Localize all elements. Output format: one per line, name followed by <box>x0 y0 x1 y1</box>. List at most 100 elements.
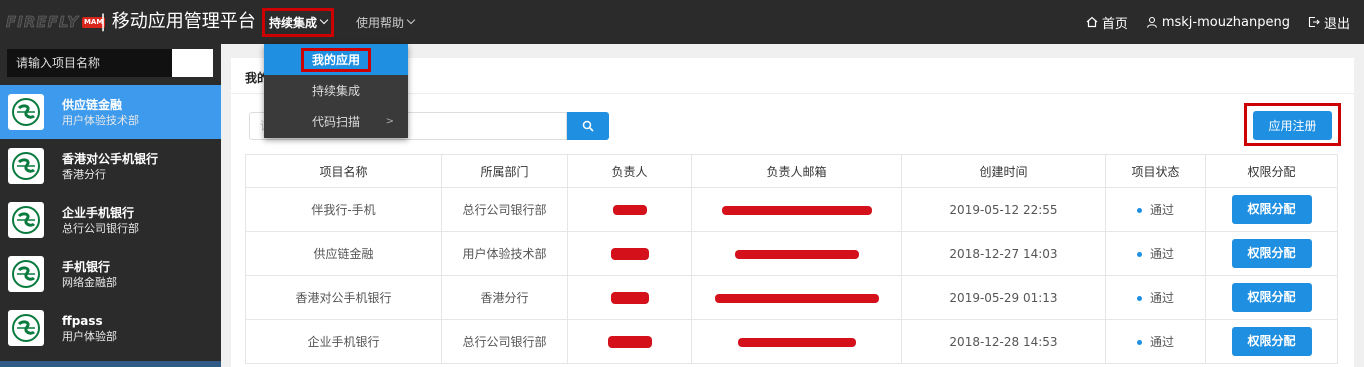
status-dot-icon <box>1136 252 1142 257</box>
menu-item-label: 持续集成 <box>311 84 360 98</box>
cell-owner-email <box>691 187 902 232</box>
table-header-row: 项目名称 所属部门 负责人 负责人邮箱 创建时间 项目状态 权限分配 <box>245 154 1338 188</box>
sidebar-item[interactable]: 企业手机银行 总行公司银行部 <box>0 193 221 247</box>
cell-status: 通过 <box>1105 319 1206 364</box>
redaction-mark <box>734 249 859 259</box>
cell-department: 用户体验技术部 <box>441 231 568 276</box>
redaction-mark <box>607 336 652 348</box>
permission-button[interactable]: 权限分配 <box>1231 239 1312 268</box>
sidebar-item-dept: 总行公司银行部 <box>62 221 139 235</box>
app-icon <box>8 256 44 292</box>
sidebar-item-name: 手机银行 <box>62 259 111 274</box>
register-app-button[interactable]: 应用注册 <box>1253 111 1332 140</box>
sidebar-item-dept: 用户体验部 <box>62 329 117 343</box>
sidebar-item[interactable]: ffpass 用户体验部 <box>0 301 221 355</box>
sidebar: 供应链金融用户体验技术部 香港对公手机银行香港分行 企业手机银行总行公司银行部 … <box>0 44 221 367</box>
cell-project-name: 供应链金融 <box>245 231 442 276</box>
cell-status: 通过 <box>1105 275 1206 320</box>
cell-created-time: 2018-12-28 14:53 <box>901 319 1106 364</box>
cell-action: 权限分配 <box>1205 275 1338 320</box>
permission-button[interactable]: 权限分配 <box>1231 283 1312 312</box>
logout-icon <box>1308 16 1320 28</box>
cell-owner-email <box>691 275 902 320</box>
sidebar-item[interactable]: 手机银行 网络金融部 <box>0 247 221 301</box>
sidebar-search-input[interactable] <box>7 49 172 77</box>
search-icon <box>582 120 594 132</box>
cell-department: 总行公司银行部 <box>441 187 568 232</box>
nav-label: 使用帮助 <box>356 15 405 30</box>
logout-link[interactable]: 退出 <box>1308 13 1350 32</box>
col-header: 项目状态 <box>1105 154 1206 188</box>
permission-button[interactable]: 权限分配 <box>1231 195 1312 224</box>
sidebar-search-button[interactable] <box>172 49 213 77</box>
sidebar-item[interactable]: 供应链金融 用户体验技术部 <box>0 85 221 139</box>
cell-action: 权限分配 <box>1205 187 1338 232</box>
top-right-menu: 首页 mskj-mouzhanpeng 退出 <box>1068 0 1350 44</box>
cell-owner <box>567 187 692 232</box>
table-row: 供应链金融 用户体验技术部 2018-12-27 14:03 通过 权限分配 <box>245 231 1338 276</box>
cell-project-name: 伴我行-手机 <box>245 187 442 232</box>
cell-status: 通过 <box>1105 231 1206 276</box>
cell-owner-email <box>691 319 902 364</box>
redaction-mark <box>612 205 647 215</box>
col-header: 所属部门 <box>441 154 568 188</box>
firefly-logo[interactable]: FIREFLY MAM <box>6 12 106 32</box>
nav-label: 持续集成 <box>269 15 318 30</box>
app-icon <box>8 94 44 130</box>
status-text: 通过 <box>1149 247 1174 261</box>
cell-created-time: 2019-05-29 01:13 <box>901 275 1106 320</box>
logo-text: FIREFLY <box>6 13 79 32</box>
sidebar-search <box>7 49 213 77</box>
sidebar-app-list: 供应链金融 用户体验技术部 香港对公手机银行 香港分行 企业手机银行 总行公司银行部 … <box>0 85 221 355</box>
home-link[interactable]: 首页 <box>1086 13 1128 32</box>
bank-logo-icon <box>12 260 40 288</box>
table-row: 企业手机银行 总行公司银行部 2018-12-28 14:53 通过 权限分配 <box>245 319 1338 364</box>
nav-continuous-integration[interactable]: 持续集成 <box>262 0 335 44</box>
bank-logo-icon <box>12 98 40 126</box>
cell-department: 香港分行 <box>441 275 568 320</box>
user-icon <box>1146 16 1157 28</box>
cell-status: 通过 <box>1105 187 1206 232</box>
sidebar-next-item-edge <box>0 361 221 367</box>
permission-button[interactable]: 权限分配 <box>1231 327 1312 356</box>
chevron-down-icon <box>319 15 329 25</box>
status-dot-icon <box>1136 208 1142 213</box>
sidebar-item-dept: 网络金融部 <box>62 275 117 289</box>
cell-department: 总行公司银行部 <box>441 319 568 364</box>
cell-project-name: 企业手机银行 <box>245 319 442 364</box>
sidebar-item[interactable]: 香港对公手机银行 香港分行 <box>0 139 221 193</box>
nav-help[interactable]: 使用帮助 <box>356 0 416 44</box>
cell-owner-email <box>691 231 902 276</box>
status-text: 通过 <box>1149 291 1174 305</box>
cell-action: 权限分配 <box>1205 231 1338 276</box>
menu-item-code-scan[interactable]: 代码扫描 > <box>264 106 408 137</box>
table-row: 伴我行-手机 总行公司银行部 2019-05-12 22:55 通过 权限分配 <box>245 187 1338 232</box>
sidebar-item-name: 香港对公手机银行 <box>62 151 159 166</box>
col-header: 负责人邮箱 <box>691 154 902 188</box>
app-title: | 移动应用管理平台 <box>100 11 256 32</box>
menu-item-label: 代码扫描 <box>311 115 360 129</box>
cell-created-time: 2018-12-27 14:03 <box>901 231 1106 276</box>
menu-item-continuous-integration[interactable]: 持续集成 <box>264 75 408 106</box>
logout-label: 退出 <box>1323 16 1350 32</box>
app-icon <box>8 148 44 184</box>
status-dot-icon <box>1136 340 1142 345</box>
search-button[interactable] <box>567 112 609 140</box>
cell-project-name: 香港对公手机银行 <box>245 275 442 320</box>
user-menu[interactable]: mskj-mouzhanpeng <box>1146 15 1290 30</box>
menu-item-my-apps[interactable]: 我的应用 <box>264 44 408 75</box>
continuous-integration-dropdown: 我的应用 持续集成 代码扫描 > <box>264 44 408 138</box>
sidebar-item-name: 供应链金融 <box>62 97 123 112</box>
col-header: 项目名称 <box>245 154 442 188</box>
status-dot-icon <box>1136 296 1142 301</box>
chevron-down-icon <box>406 15 416 25</box>
top-bar: FIREFLY MAM | 移动应用管理平台 持续集成 使用帮助 首页 mskj… <box>0 0 1364 44</box>
status-text: 通过 <box>1149 335 1174 349</box>
cell-owner <box>567 275 692 320</box>
chevron-right-icon: > <box>385 116 394 127</box>
bank-logo-icon <box>12 314 40 342</box>
sidebar-item-name: ffpass <box>62 313 103 328</box>
user-name: mskj-mouzhanpeng <box>1161 14 1290 30</box>
col-header: 创建时间 <box>901 154 1106 188</box>
sidebar-item-dept: 香港分行 <box>62 167 106 181</box>
